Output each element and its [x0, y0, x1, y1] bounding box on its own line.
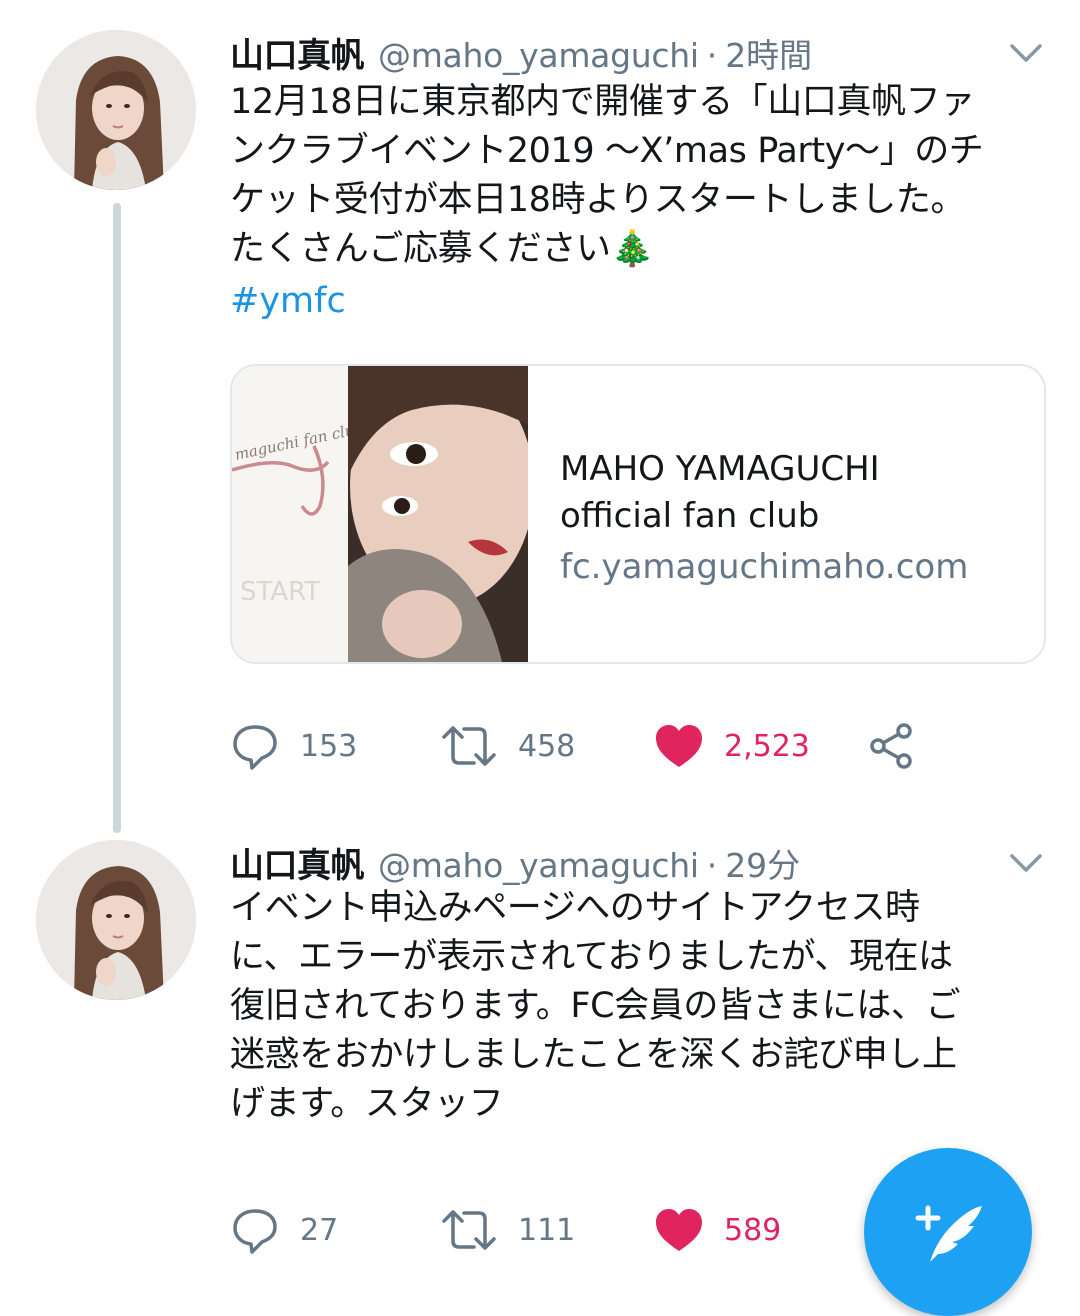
timestamp[interactable]: 29分 — [725, 839, 800, 887]
card-start-text: START — [240, 577, 320, 607]
card-image: maguchi fan club START — [232, 366, 528, 662]
compose-tweet-icon — [915, 1205, 982, 1262]
card-title-line1: MAHO YAMAGUCHI — [560, 449, 880, 489]
reply-icon — [233, 725, 277, 770]
tweet-header: 山口真帆 @maho_yamaguchi · 2時間 — [230, 28, 812, 76]
separator-dot: · — [706, 846, 718, 885]
display-name[interactable]: 山口真帆 — [230, 28, 365, 77]
reply-icon — [233, 1209, 277, 1254]
like-count: 589 — [724, 1212, 782, 1248]
display-name[interactable]: 山口真帆 — [230, 838, 365, 887]
retweet-button[interactable]: 111 — [440, 1200, 575, 1260]
like-button[interactable]: 2,523 — [654, 716, 810, 776]
heart-icon — [656, 1209, 702, 1251]
card-domain: fc.yamaguchimaho.com — [560, 547, 969, 587]
retweet-icon — [442, 726, 496, 766]
avatar[interactable] — [36, 840, 196, 1000]
chevron-down-icon[interactable] — [1008, 38, 1044, 68]
retweet-count: 458 — [518, 728, 576, 764]
reply-button[interactable]: 27 — [230, 1200, 338, 1260]
reply-count: 153 — [300, 728, 358, 764]
chevron-down-icon[interactable] — [1008, 848, 1044, 878]
tweet-header: 山口真帆 @maho_yamaguchi · 29分 — [230, 838, 800, 886]
user-handle[interactable]: @maho_yamaguchi — [378, 846, 699, 885]
card-title: MAHO YAMAGUCHI official fan club — [560, 446, 880, 540]
avatar[interactable] — [36, 30, 196, 190]
retweet-count: 111 — [518, 1212, 576, 1248]
timestamp[interactable]: 2時間 — [725, 29, 812, 77]
share-icon — [870, 723, 912, 769]
reply-count: 27 — [300, 1212, 339, 1248]
heart-icon — [656, 725, 702, 767]
share-button[interactable] — [866, 716, 916, 776]
like-button[interactable]: 589 — [654, 1200, 781, 1260]
retweet-button[interactable]: 458 — [440, 716, 575, 776]
reply-button[interactable]: 153 — [230, 716, 357, 776]
retweet-icon — [442, 1210, 496, 1250]
hashtag-link[interactable]: #ymfc — [230, 277, 346, 326]
user-handle[interactable]: @maho_yamaguchi — [378, 36, 699, 75]
card-title-line2: official fan club — [560, 496, 820, 536]
tweet-text: 12月18日に東京都内で開催する「山口真帆ファ ンクラブイベント2019 〜X’… — [230, 82, 984, 269]
compose-tweet-button[interactable] — [864, 1148, 1032, 1316]
like-count: 2,523 — [724, 728, 810, 764]
tweet-text: イベント申込みページへのサイトアクセス時 に、エラーが表示されておりましたが、現… — [230, 888, 961, 1124]
link-card[interactable]: maguchi fan club START MAHO YAMAGUCHI of… — [230, 364, 1046, 664]
tweet-actions: 153 458 2,523 — [230, 716, 1050, 776]
tweet[interactable]: 山口真帆 @maho_yamaguchi · 2時間 12月18日に東京都内で開… — [0, 0, 1080, 833]
thread-connector — [113, 203, 121, 833]
separator-dot: · — [706, 36, 718, 75]
